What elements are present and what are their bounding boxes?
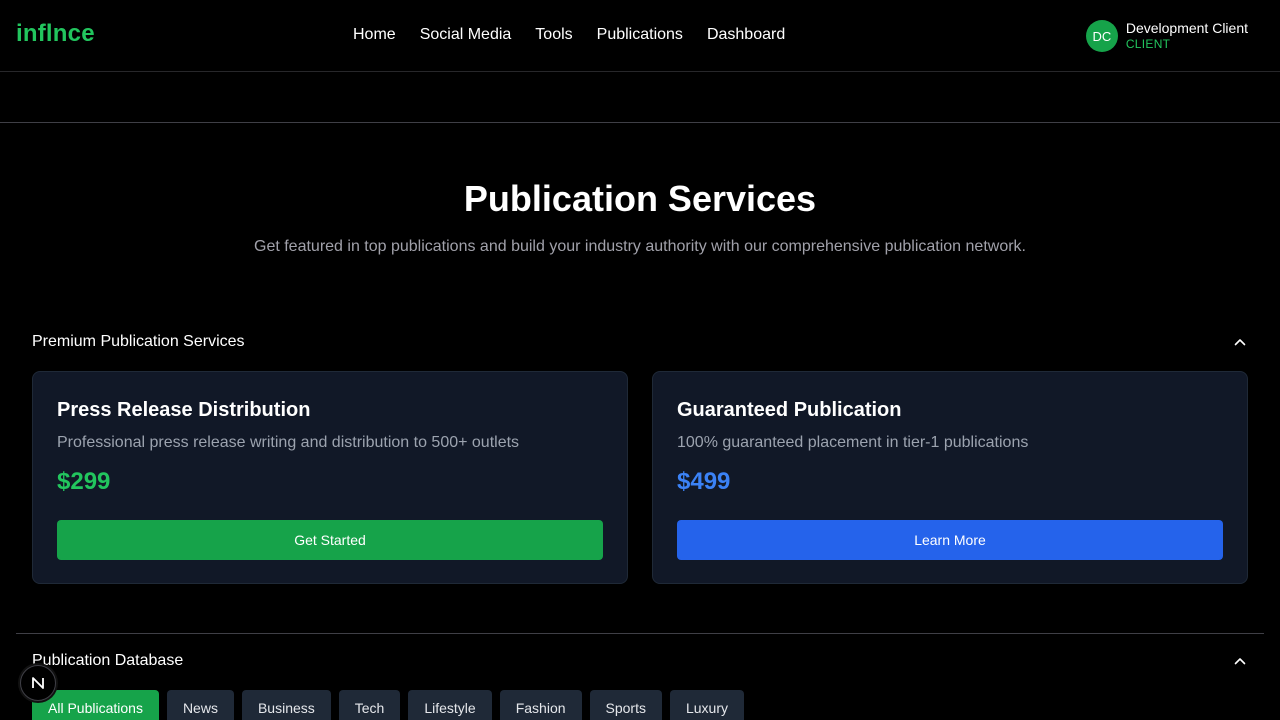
card-price: $499 [677, 468, 731, 495]
filter-luxury[interactable]: Luxury [669, 690, 745, 720]
filter-news[interactable]: News [166, 690, 234, 720]
press-release-card: Press Release Distribution Professional … [32, 371, 628, 584]
main-nav: Home Social Media Tools Publications Das… [353, 26, 785, 44]
get-started-button[interactable]: Get Started [57, 520, 603, 560]
card-description: 100% guaranteed placement in tier-1 publ… [677, 434, 1029, 451]
nav-publications[interactable]: Publications [597, 26, 683, 44]
avatar[interactable]: DC [1085, 20, 1118, 52]
nav-home[interactable]: Home [353, 26, 396, 44]
filter-sports[interactable]: Sports [589, 690, 662, 720]
card-price: $299 [57, 468, 111, 495]
card-title: Guaranteed Publication [677, 399, 902, 421]
premium-section-title: Premium Publication Services [32, 333, 245, 350]
top-navbar: inflnce Home Social Media Tools Publicat… [0, 0, 1280, 72]
brand-logo[interactable]: inflnce [16, 20, 95, 48]
database-section-header[interactable]: Publication Database [32, 652, 1248, 670]
user-role: CLIENT [1125, 37, 1171, 51]
user-info: Development Client CLIENT [1126, 20, 1248, 52]
filter-fashion[interactable]: Fashion [499, 690, 582, 720]
database-section-title: Publication Database [32, 652, 184, 669]
filter-lifestyle[interactable]: Lifestyle [408, 690, 492, 720]
chevron-up-icon[interactable] [1232, 653, 1248, 669]
section-divider [16, 633, 1264, 634]
user-menu[interactable]: DC Development Client CLIENT [1085, 20, 1248, 52]
filter-business[interactable]: Business [241, 690, 331, 720]
page-subtitle: Get featured in top publications and bui… [254, 238, 1026, 255]
chevron-up-icon[interactable] [1232, 334, 1248, 350]
card-title: Press Release Distribution [57, 399, 311, 421]
guaranteed-publication-card: Guaranteed Publication 100% guaranteed p… [652, 371, 1248, 584]
nav-tools[interactable]: Tools [535, 26, 572, 44]
page-title: Publication Services [463, 178, 817, 219]
nav-dashboard[interactable]: Dashboard [707, 26, 785, 44]
filter-tech[interactable]: Tech [338, 690, 401, 720]
nav-social-media[interactable]: Social Media [420, 26, 512, 44]
dev-tools-badge[interactable] [20, 665, 56, 701]
n-logo-icon [32, 677, 44, 689]
card-description: Professional press release writing and d… [57, 434, 520, 451]
divider [0, 122, 1280, 123]
learn-more-button[interactable]: Learn More [677, 520, 1223, 560]
category-filters: All Publications News Business Tech Life… [32, 690, 745, 720]
user-name: Development Client [1125, 20, 1248, 36]
premium-section-header[interactable]: Premium Publication Services [32, 333, 1248, 351]
